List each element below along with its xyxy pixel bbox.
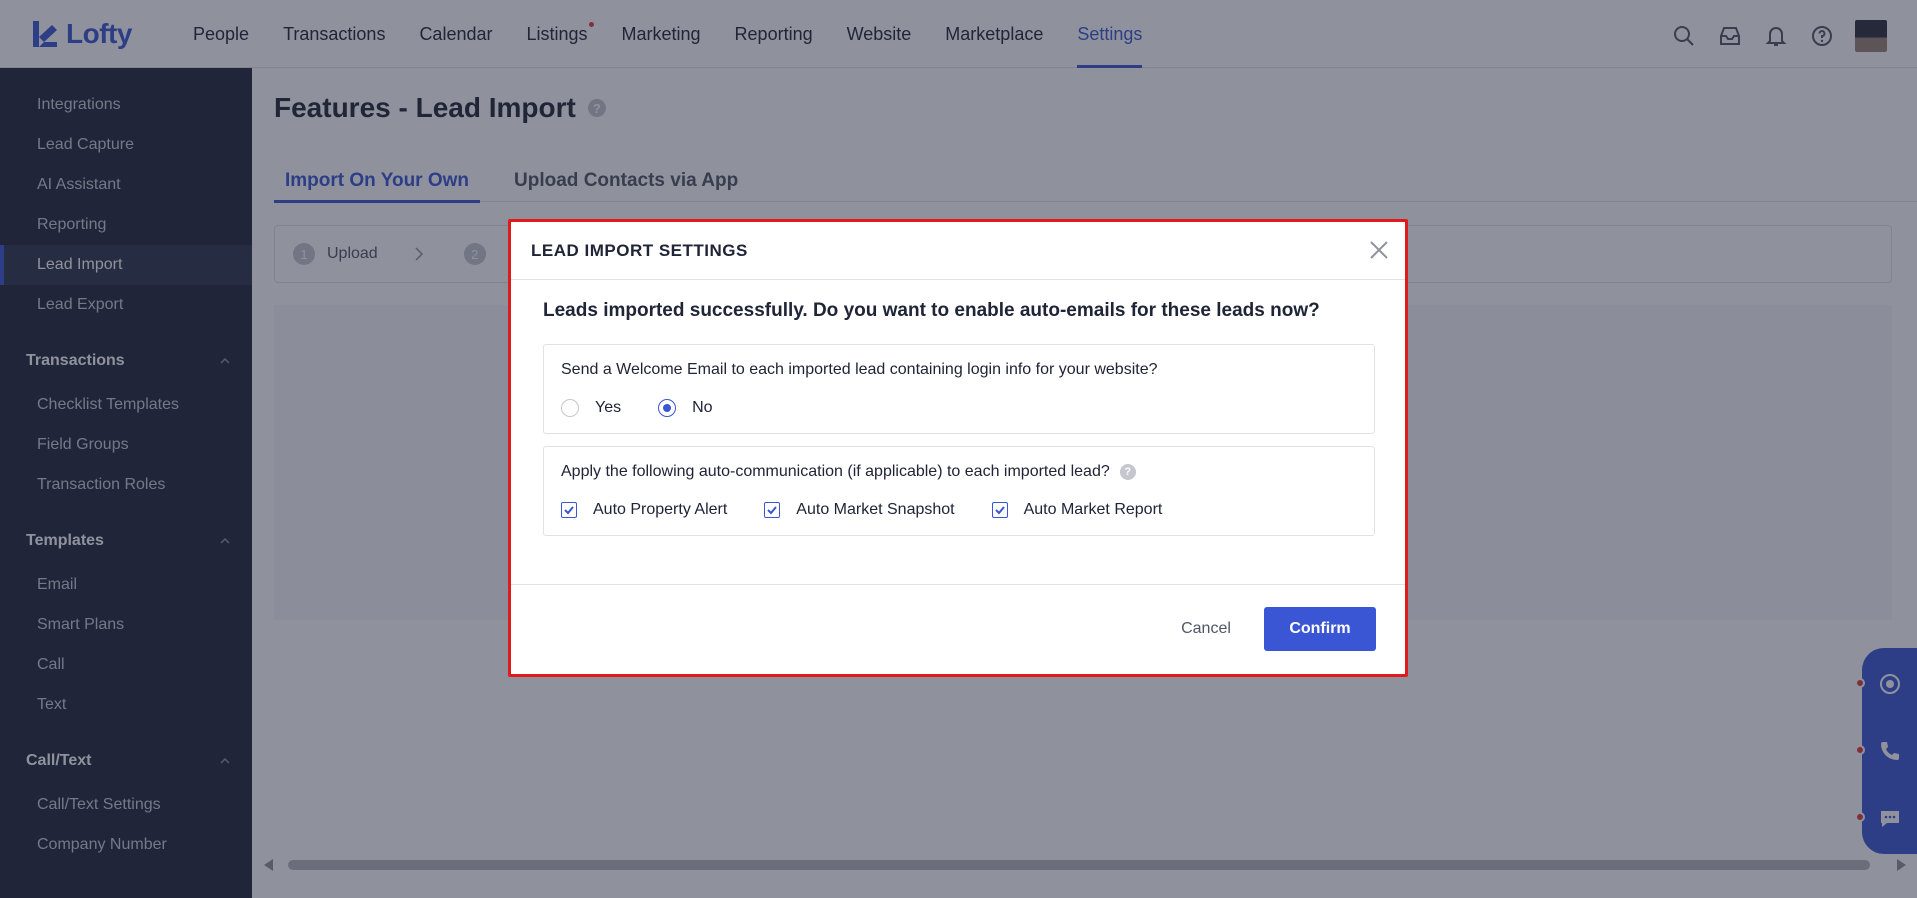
confirm-button[interactable]: Confirm [1264,607,1376,651]
checkbox-label: Auto Property Alert [593,501,728,518]
checkbox-auto-property-alert[interactable]: Auto Property Alert [561,501,727,519]
radio-yes[interactable]: Yes [561,399,621,417]
dialog-body: Leads imported successfully. Do you want… [511,280,1405,536]
radio-circle-checked[interactable] [658,399,677,417]
cancel-button[interactable]: Cancel [1171,607,1241,651]
auto-communication-text: Apply the following auto-communication (… [561,463,1110,480]
lead-import-settings-dialog: LEAD IMPORT SETTINGS Leads imported succ… [508,219,1408,677]
radio-label: No [692,399,713,416]
checkbox-auto-market-report[interactable]: Auto Market Report [991,501,1163,519]
checkbox-checked[interactable] [764,502,781,518]
welcome-email-question: Send a Welcome Email to each imported le… [561,361,1158,378]
close-icon[interactable] [1369,240,1389,260]
checkbox-label: Auto Market Snapshot [796,501,955,518]
dialog-footer: Cancel Confirm [511,584,1405,674]
checkmark-icon [994,506,1005,515]
auto-communication-question: Apply the following auto-communication (… [561,463,1357,481]
radio-no[interactable]: No [658,399,713,417]
welcome-email-section: Send a Welcome Email to each imported le… [543,344,1375,434]
help-icon[interactable]: ? [1119,464,1136,480]
dialog-header: LEAD IMPORT SETTINGS [511,222,1405,280]
dialog-title: LEAD IMPORT SETTINGS [531,240,748,260]
checkmark-icon [767,506,778,515]
welcome-email-options: Yes No [561,399,1357,417]
dialog-question: Leads imported successfully. Do you want… [543,300,1320,321]
checkbox-checked[interactable] [561,502,577,518]
checkbox-label: Auto Market Report [1023,501,1163,518]
radio-label: Yes [595,399,622,416]
auto-communication-options: Auto Property Alert Auto Market Snapshot… [561,501,1357,519]
checkbox-auto-market-snapshot[interactable]: Auto Market Snapshot [764,501,955,519]
auto-communication-section: Apply the following auto-communication (… [543,446,1375,536]
checkbox-checked[interactable] [991,502,1008,518]
checkmark-icon [564,506,574,515]
radio-circle[interactable] [561,399,579,417]
